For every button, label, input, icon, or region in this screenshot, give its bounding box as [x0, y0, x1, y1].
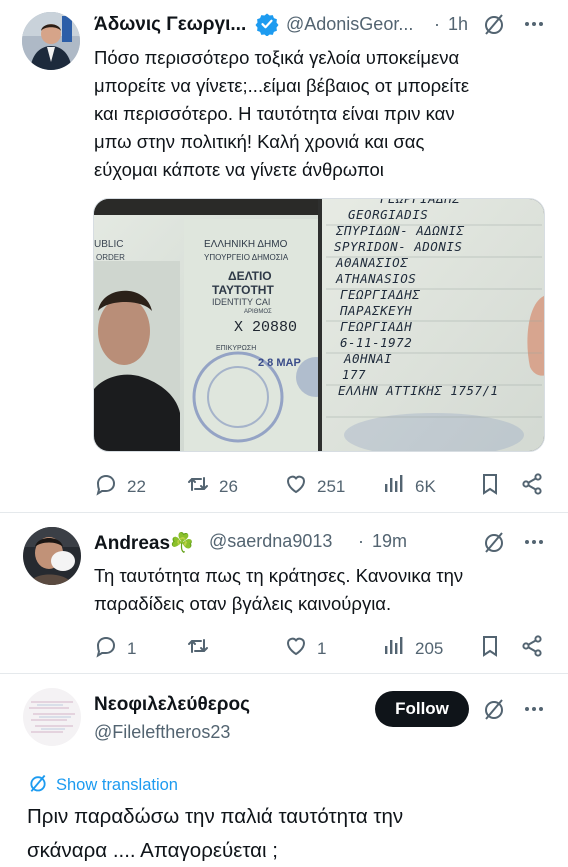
tweet-text-line: εύχομαι κάποτε να γίνετε άνθρωποι	[94, 159, 384, 180]
tweet-text-line: παραδίδεις οταν βγάλεις καινούργια.	[94, 593, 392, 614]
views-icon	[382, 472, 406, 501]
tweet-text-line: Τη ταυτότητα πως τη κράτησες. Κανονικα τ…	[94, 565, 464, 586]
tweet-text-line: και περισσότερο. Η ταυτότητα είναι πριν …	[94, 103, 455, 124]
author-handle[interactable]: @Fileleftheros23	[94, 722, 230, 743]
tweet-text-line: μπω στην πολιτική! Καλή χρονιά και σας	[94, 131, 425, 152]
verified-icon	[255, 12, 279, 41]
more-icon[interactable]	[522, 12, 546, 36]
handwriting-line: ΑΘΑΝΑΣΙΟΣ	[336, 255, 409, 270]
like-icon	[284, 634, 308, 663]
tweet-text-line: Πόσο περισσότερο τοξικά γελοία υποκείμεν…	[94, 47, 460, 68]
retweet-button[interactable]: 26	[186, 472, 238, 501]
card-text-ministry: ΥΠΟΥΡΓΕΙΟ ΔΗΜΟΣΙΑ	[204, 253, 289, 262]
like-button[interactable]: 251	[284, 472, 345, 501]
card-text-order: ORDER	[96, 253, 125, 262]
card-text-number: Χ 20880	[234, 319, 298, 336]
handwriting-line: ΓΕΩΡΓΙΑΔΗ	[340, 319, 413, 334]
tweet-text-line: μπορείτε να γίνετε;...είμαι βέβαιος οτ μ…	[94, 75, 470, 96]
author-name[interactable]: Νεοφιλελεύθερος	[94, 694, 250, 716]
handwriting-line: SPYRIDON- ADONIS	[334, 239, 463, 254]
reply-icon	[94, 472, 118, 501]
views-button[interactable]: 205	[382, 634, 443, 663]
reply-button[interactable]: 1	[94, 634, 136, 663]
tweet-text-line: σκάναρα .... Απαγορεύεται ;	[27, 839, 278, 862]
views-icon	[382, 634, 406, 663]
separator: ·	[358, 531, 364, 551]
grok-icon[interactable]	[482, 12, 506, 36]
like-count: 1	[317, 638, 327, 658]
follow-button[interactable]: Follow	[375, 691, 469, 727]
retweet-icon	[186, 634, 210, 663]
tweet-text: Πριν παραδώσω την παλιά ταυτότητα την σκ…	[27, 800, 557, 867]
more-icon[interactable]	[522, 697, 546, 721]
retweet-count: 26	[219, 476, 238, 496]
tweet-text: Τη ταυτότητα πως τη κράτησες. Κανονικα τ…	[94, 562, 554, 618]
bookmark-icon[interactable]	[478, 634, 502, 658]
reply-count: 1	[127, 638, 137, 658]
reply-button[interactable]: 22	[94, 472, 146, 501]
avatar[interactable]	[22, 12, 80, 70]
timestamp[interactable]: 1h	[448, 14, 468, 35]
divider	[0, 673, 568, 674]
like-count: 251	[317, 476, 346, 496]
share-icon[interactable]	[520, 634, 544, 658]
handwriting-line: 177	[342, 367, 367, 382]
author-name[interactable]: Andreas☘️	[94, 531, 194, 555]
handwriting-line: 6-11-1972	[340, 335, 413, 350]
handwriting-line: ΣΠΥΡΙΔΩΝ- ΑΔΩΝΙΣ	[336, 223, 465, 238]
more-icon[interactable]	[522, 530, 546, 554]
divider	[0, 512, 568, 513]
tweet-text-line: Πριν παραδώσω την παλιά ταυτότητα την	[27, 805, 404, 828]
retweet-icon	[186, 472, 210, 501]
handwriting-line: ΕΛΛΗΝ ΑΤΤΙΚΗΣ 1757/1	[338, 383, 499, 398]
card-text-hellenic: ΕΛΛΗΝΙΚΗ ΔΗΜΟ	[204, 239, 288, 250]
retweet-button[interactable]	[186, 634, 219, 663]
separator: ·	[434, 14, 440, 34]
card-text-stamp-date: 2 8 ΜΑΡ	[258, 357, 301, 369]
author-handle[interactable]: @saerdna9013	[209, 531, 332, 552]
handwriting-line: ΠΑΡΑΣΚΕΥΗ	[340, 303, 413, 318]
card-text-deltio: ΔΕΛΤΙΟ	[228, 269, 272, 283]
avatar[interactable]	[23, 527, 81, 585]
bookmark-icon[interactable]	[478, 472, 502, 496]
views-count: 205	[415, 638, 444, 658]
grok-icon[interactable]	[482, 530, 506, 554]
like-button[interactable]: 1	[284, 634, 326, 663]
translate-icon	[28, 773, 48, 798]
card-text-republic: UBLIC	[94, 239, 124, 250]
card-text-identity: IDENTITY CAI	[212, 297, 271, 307]
handwriting-line: ATHANASIOS	[336, 271, 417, 286]
card-text-ekdosis: ΕΠΙΚΥΡΩΣΗ	[216, 345, 257, 352]
grok-icon[interactable]	[482, 697, 506, 721]
timestamp[interactable]: 19m	[372, 531, 407, 552]
author-name[interactable]: Άδωνις Γεωργι...	[94, 14, 246, 36]
card-handwriting: ΓΕΩΡΓΙΑΔΗΣ GEORGIADIS ΣΠΥΡΙΔΩΝ- ΑΔΩΝΙΣ S…	[330, 198, 544, 399]
views-button[interactable]: 6K	[382, 472, 436, 501]
show-translation-link[interactable]: Show translation	[28, 773, 178, 798]
card-text-tautotitas: ΤΑΥΤΟΤΗΤ	[212, 283, 274, 297]
share-icon[interactable]	[520, 472, 544, 496]
handwriting-line: ΓΕΩΡΓΙΑΔΗΣ	[380, 198, 461, 206]
like-icon	[284, 472, 308, 501]
handwriting-line: ΓΕΩΡΓΙΑΔΗΣ	[340, 287, 421, 302]
author-handle[interactable]: @AdonisGeor...	[286, 14, 413, 35]
avatar[interactable]	[23, 688, 81, 746]
handwriting-line: ΑΘΗΝΑΙ	[344, 351, 393, 366]
handwriting-line: GEORGIADIS	[348, 207, 429, 222]
reply-icon	[94, 634, 118, 663]
tweet-text: Πόσο περισσότερο τοξικά γελοία υποκείμεν…	[94, 44, 554, 184]
reply-count: 22	[127, 476, 146, 496]
views-count: 6K	[415, 476, 436, 496]
tweet-media[interactable]: UBLIC ORDER ΕΛΛΗΝΙΚΗ ΔΗΜΟ ΥΠΟΥΡΓΕΙΟ ΔΗΜΟ…	[93, 198, 545, 452]
show-translation-label: Show translation	[56, 776, 178, 794]
card-text-arithmos: ΑΡΙΘΜΟΣ	[244, 309, 272, 315]
